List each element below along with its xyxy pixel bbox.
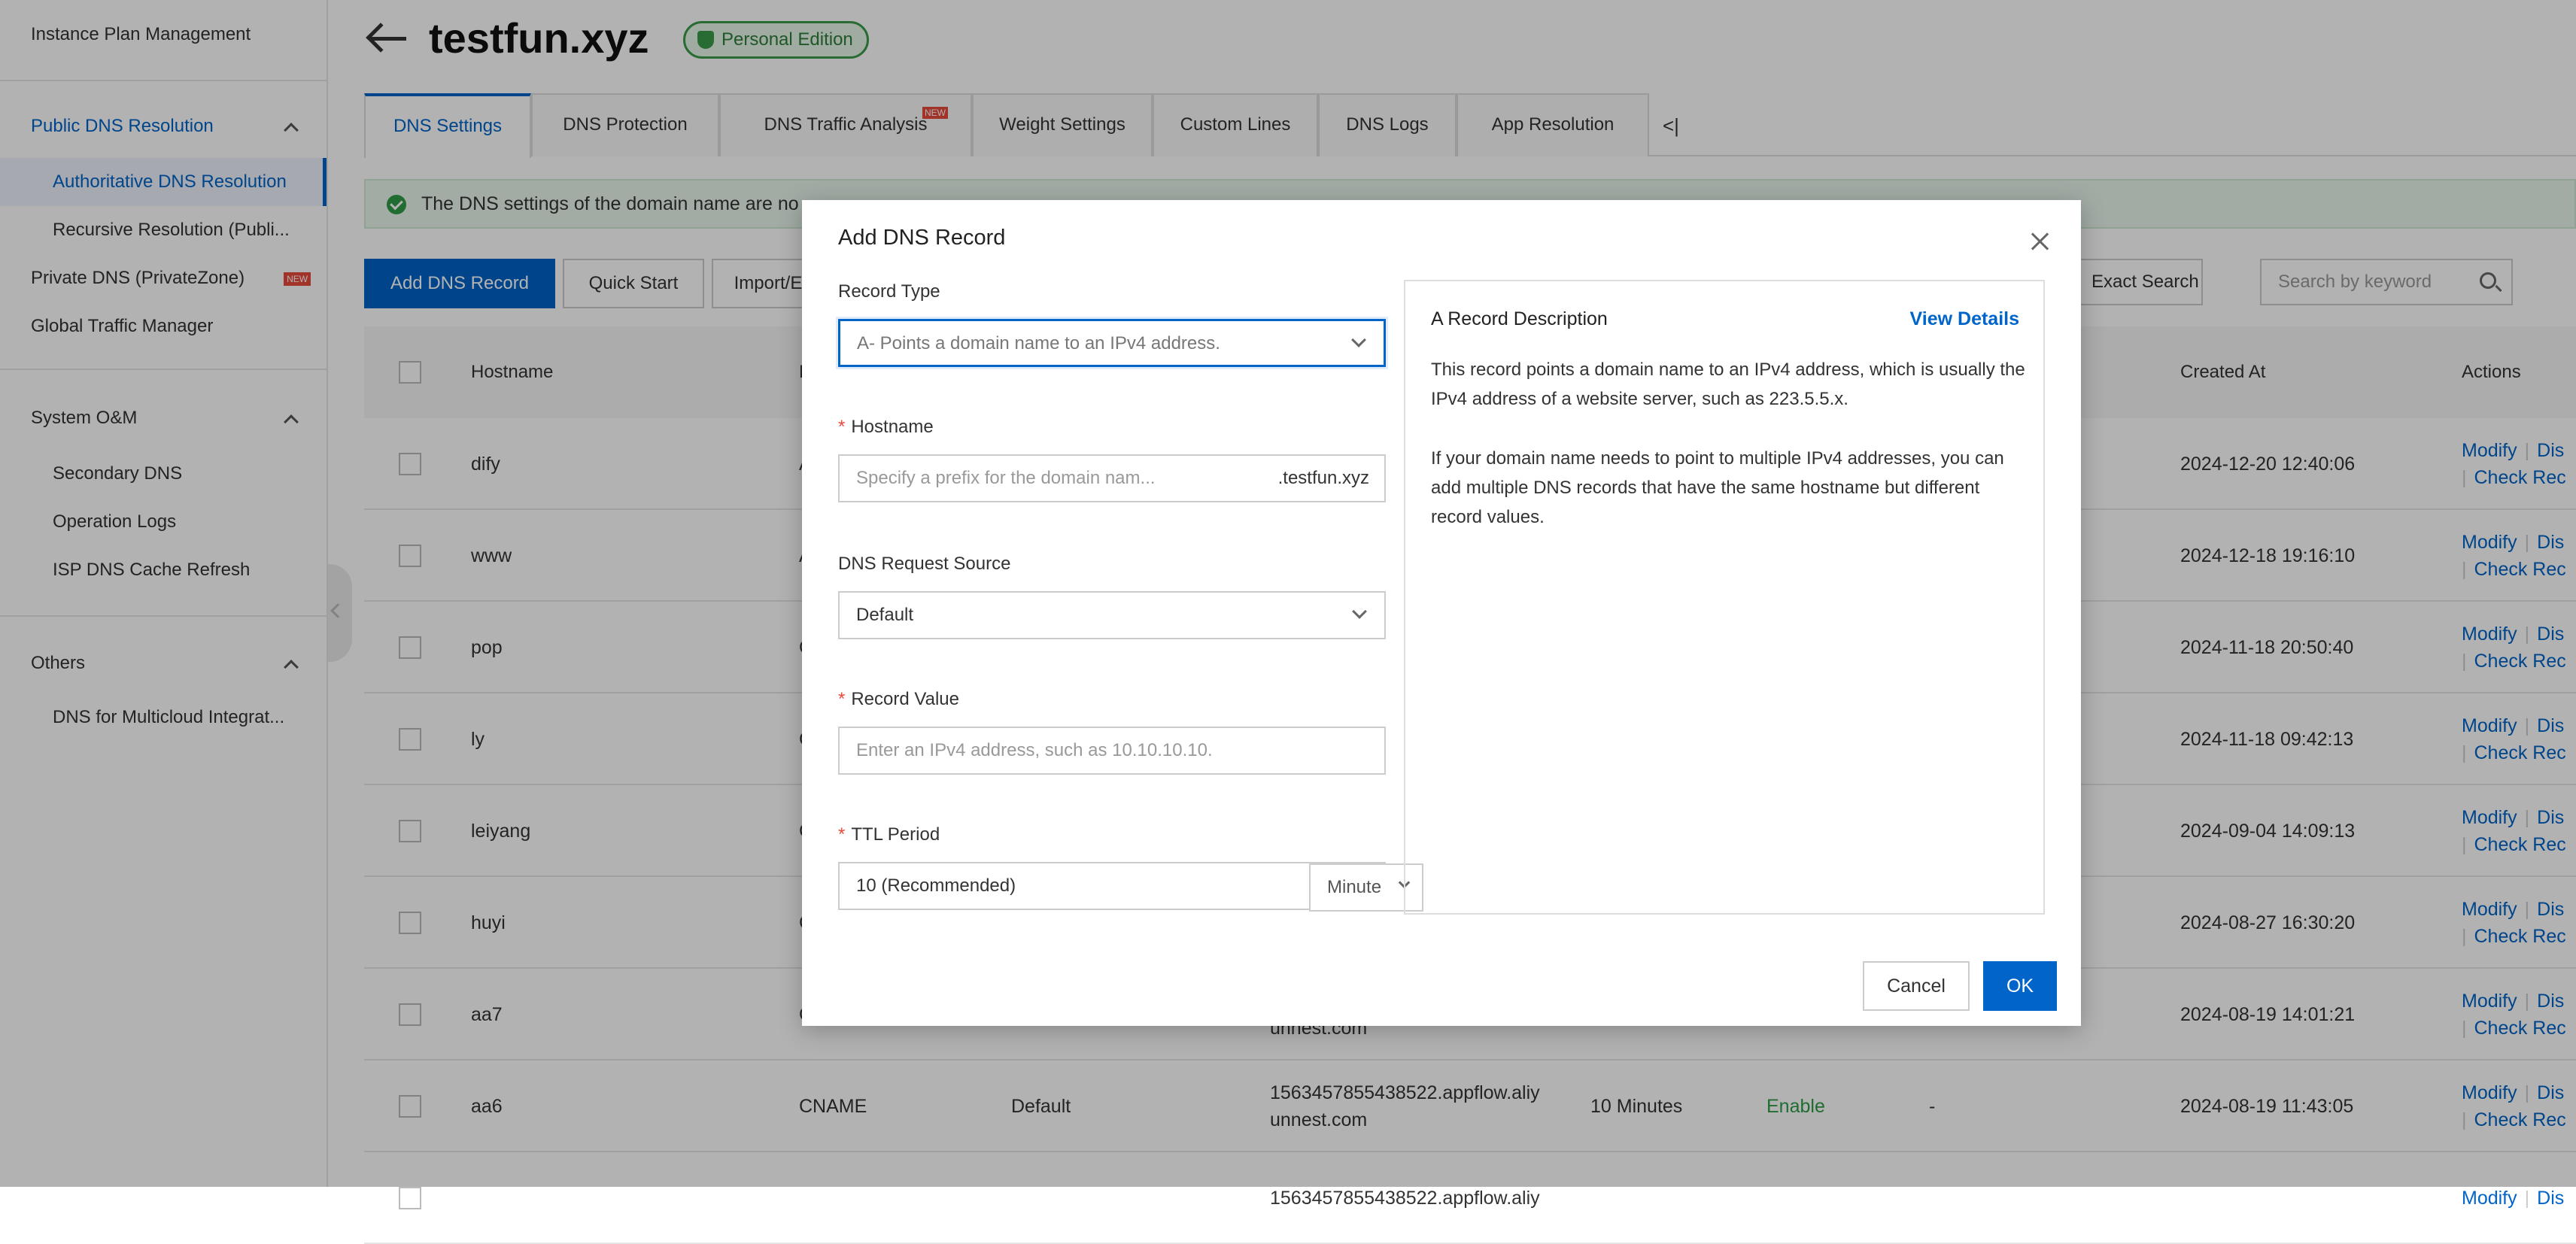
hostname-label: * Hostname (838, 417, 934, 437)
hostname-input[interactable]: Specify a prefix for the domain nam... .t… (838, 454, 1386, 502)
chevron-down-icon (1352, 604, 1367, 619)
dns-request-source-label: DNS Request Source (838, 554, 1011, 574)
cancel-button[interactable]: Cancel (1863, 961, 1970, 1011)
dns-request-source-select[interactable]: Default (838, 591, 1386, 639)
view-details-link[interactable]: View Details (1910, 308, 2019, 330)
description-paragraph: If your domain name needs to point to mu… (1431, 448, 2004, 527)
record-type-label: Record Type (838, 281, 940, 302)
record-description-panel: A Record Description View Details This r… (1404, 280, 2045, 915)
record-type-select[interactable]: A- Points a domain name to an IPv4 addre… (838, 319, 1386, 367)
modify-link[interactable]: Modify (2462, 1188, 2517, 1209)
dialog-title: Add DNS Record (838, 226, 1006, 250)
row-checkbox[interactable] (399, 1187, 421, 1209)
ttl-period-input[interactable]: 10 (Recommended) Minute (838, 862, 1423, 912)
description-title: A Record Description (1431, 308, 1608, 329)
chevron-down-icon (1351, 332, 1366, 347)
hostname-suffix: .testfun.xyz (1277, 468, 1369, 488)
close-icon[interactable] (2025, 227, 2055, 257)
record-value-label: * Record Value (838, 689, 959, 709)
disable-link[interactable]: Dis (2537, 1188, 2564, 1209)
ttl-period-label: * TTL Period (838, 824, 940, 845)
ok-button[interactable]: OK (1983, 961, 2057, 1011)
add-dns-record-dialog: Add DNS Record Record Type A- Points a d… (802, 200, 2081, 1026)
record-value-input[interactable]: Enter an IPv4 address, such as 10.10.10.… (838, 727, 1386, 775)
description-paragraph: This record points a domain name to an I… (1431, 360, 2025, 409)
